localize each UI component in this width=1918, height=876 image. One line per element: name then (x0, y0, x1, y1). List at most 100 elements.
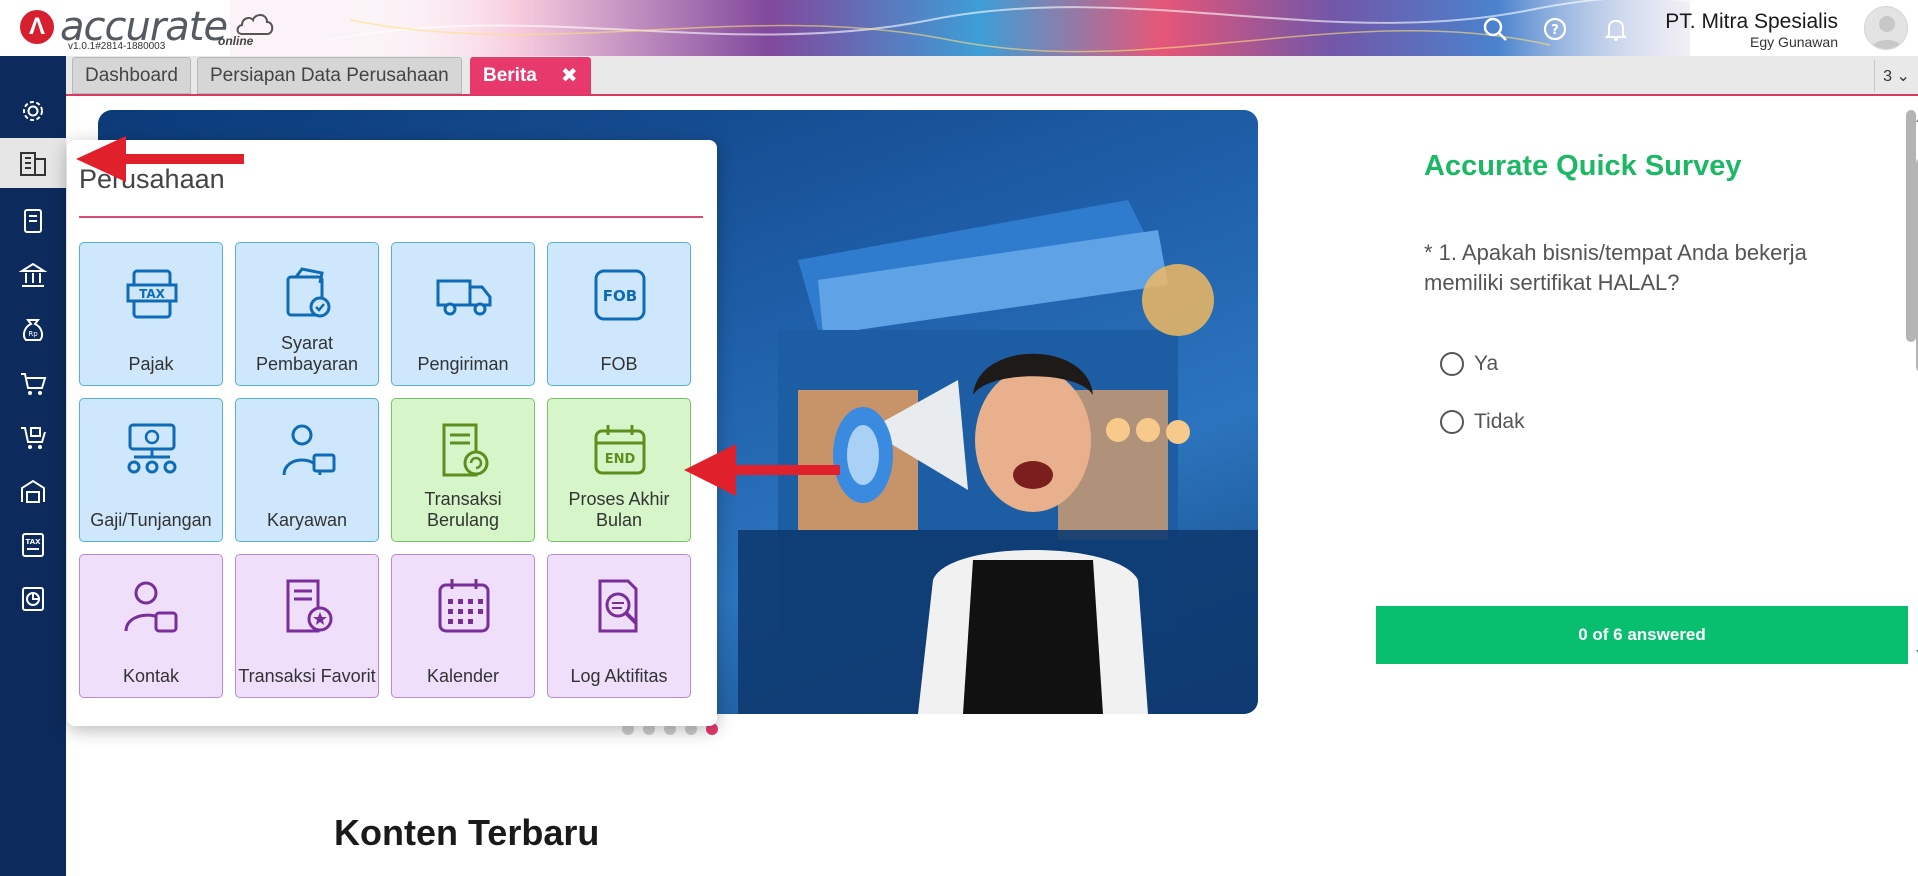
tile-label: Syarat Pembayaran (255, 333, 359, 374)
svg-text:FOB: FOB (603, 287, 637, 305)
tile-label: Gaji/Tunjangan (90, 510, 212, 530)
sidebar: Rp TAX (0, 56, 66, 876)
delivery-truck-icon (436, 279, 492, 316)
annotation-arrow-sidebar (76, 136, 244, 182)
svg-text:TAX: TAX (25, 538, 41, 546)
survey-question: * 1. Apakah bisnis/tempat Anda bekerja m… (1424, 240, 1807, 295)
payment-terms-icon (286, 267, 331, 318)
tile-label: Karyawan (266, 510, 348, 530)
tab-bar: Dashboard Persiapan Data Perusahaan Beri… (66, 56, 1918, 96)
tile-kalender[interactable]: Kalender (391, 554, 535, 698)
sidebar-item-purchase[interactable] (0, 412, 66, 462)
activity-log-icon (598, 579, 638, 633)
sidebar-item-cash[interactable]: Rp (0, 304, 66, 354)
radio-button[interactable] (1440, 352, 1464, 376)
sidebar-item-tax[interactable]: TAX (0, 520, 66, 570)
ledger-book-icon (24, 209, 42, 233)
sidebar-item-bank[interactable] (0, 250, 66, 300)
divider (79, 216, 703, 218)
help-icon[interactable]: ? (1540, 14, 1570, 44)
main-scroll-thumb[interactable] (1906, 110, 1916, 342)
accurate-logo-icon: Λ (20, 10, 54, 44)
tile-kontak[interactable]: Kontak (79, 554, 223, 698)
warehouse-icon (21, 479, 45, 503)
tile-gaji-tunjangan[interactable]: Gaji/Tunjangan (79, 398, 223, 542)
annotation-arrow-tile (684, 444, 840, 496)
user-avatar-icon (1871, 16, 1903, 49)
recurring-transaction-icon (442, 423, 489, 477)
tab-berita[interactable]: Berita ✖ (470, 57, 591, 94)
fob-icon: FOB (594, 269, 646, 321)
tile-proses-akhir-bulan[interactable]: END Proses Akhir Bulan (547, 398, 691, 542)
tile-transaksi-favorit[interactable]: Transaksi Favorit (235, 554, 379, 698)
tab-label: Persiapan Data Perusahaan (210, 64, 449, 86)
tile-transaksi-berulang[interactable]: Transaksi Berulang (391, 398, 535, 542)
tile-syarat-pembayaran[interactable]: Syarat Pembayaran (235, 242, 379, 386)
salary-icon (127, 423, 177, 474)
sidebar-item-reports[interactable] (0, 574, 66, 624)
tax-document-icon: TAX (22, 533, 44, 557)
app-header: Λ accurate online v1.0.1#2814-1880003 ? … (0, 0, 1918, 56)
bank-icon (18, 262, 48, 287)
favorite-transaction-icon (286, 579, 333, 633)
sidebar-item-inventory[interactable] (0, 466, 66, 516)
money-bag-icon: Rp (22, 319, 44, 341)
quick-survey: Accurate Quick Survey * 1. Apakah bisnis… (1310, 110, 1918, 710)
tile-pengiriman[interactable]: Pengiriman (391, 242, 535, 386)
option-label: Tidak (1474, 410, 1525, 433)
tile-label: Transaksi Favorit (238, 666, 376, 686)
tile-label: Pengiriman (417, 354, 509, 374)
survey-title: Accurate Quick Survey (1424, 150, 1742, 182)
tile-label: Transaksi Berulang (424, 489, 502, 530)
gear-icon (23, 101, 43, 121)
company-menu-popup: Perusahaan TAX Pajak Syarat Pembayaran P… (67, 140, 717, 726)
tab-label: Dashboard (85, 64, 178, 86)
accurate-logo[interactable]: Λ accurate online v1.0.1#2814-1880003 (20, 4, 274, 52)
company-name: PT. Mitra Spesialis (1665, 10, 1838, 33)
tile-log-aktifitas[interactable]: Log Aktifitas (547, 554, 691, 698)
sidebar-item-company[interactable] (0, 138, 66, 188)
survey-option-ya[interactable]: Ya (1440, 352, 1498, 376)
employee-icon (282, 424, 336, 476)
search-icon[interactable] (1480, 14, 1510, 44)
app-version: v1.0.1#2814-1880003 (68, 41, 166, 52)
sidebar-item-ledger[interactable] (0, 196, 66, 246)
svg-text:TAX: TAX (139, 287, 166, 301)
tab-persiapan-data[interactable]: Persiapan Data Perusahaan (197, 57, 462, 94)
calendar-icon (438, 579, 490, 633)
tile-label: Pajak (128, 354, 174, 374)
cart-box-icon (21, 427, 46, 449)
survey-option-tidak[interactable]: Tidak (1440, 410, 1525, 434)
tax-icon: TAX (126, 269, 178, 319)
tab-dashboard[interactable]: Dashboard (72, 57, 191, 94)
contact-icon (124, 581, 178, 633)
option-label: Ya (1474, 352, 1499, 375)
tile-pajak[interactable]: TAX Pajak (79, 242, 223, 386)
bell-icon[interactable] (1601, 14, 1631, 44)
survey-progress: 0 of 6 answered (1376, 606, 1908, 664)
report-chart-icon (22, 587, 44, 611)
logo-subtitle: online (218, 34, 254, 48)
tile-karyawan[interactable]: Karyawan (235, 398, 379, 542)
tile-label: Proses Akhir Bulan (568, 489, 670, 530)
tab-label: Berita (483, 64, 537, 86)
radio-button[interactable] (1440, 410, 1464, 434)
tile-fob[interactable]: FOB FOB (547, 242, 691, 386)
svg-text:Rp: Rp (28, 330, 38, 338)
sidebar-item-sales[interactable] (0, 358, 66, 408)
svg-text:END: END (605, 452, 636, 467)
tile-label: Log Aktifitas (570, 666, 668, 686)
svg-text:?: ? (1551, 23, 1559, 38)
building-icon (20, 152, 46, 176)
tile-label: FOB (600, 354, 638, 374)
avatar[interactable] (1864, 6, 1908, 50)
section-title: Konten Terbaru (334, 812, 600, 853)
close-icon[interactable]: ✖ (561, 63, 578, 88)
tile-label: Kalender (426, 666, 500, 686)
company-info[interactable]: PT. Mitra Spesialis Egy Gunawan (1665, 10, 1838, 50)
shopping-cart-icon (21, 373, 47, 395)
open-tabs-dropdown[interactable]: 3 ⌄ (1874, 60, 1918, 92)
tile-label: Kontak (122, 666, 180, 686)
end-of-month-icon: END (594, 425, 646, 475)
sidebar-item-settings[interactable] (0, 86, 66, 136)
